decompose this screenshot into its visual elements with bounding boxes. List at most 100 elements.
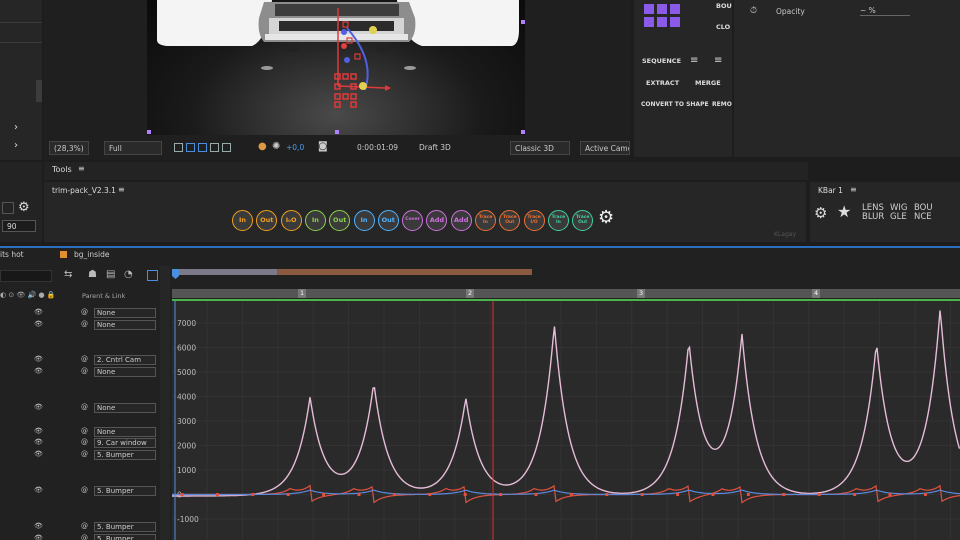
exposure-icon[interactable]: ✺ <box>272 141 280 152</box>
keyframe[interactable] <box>463 493 467 496</box>
keyframe[interactable] <box>746 493 750 496</box>
trim-add-button[interactable]: Add <box>426 210 448 231</box>
kbar-gear-icon[interactable]: ⚙ <box>814 204 827 222</box>
playhead-handle[interactable] <box>172 269 179 279</box>
keyframe[interactable] <box>676 493 680 496</box>
keyframe[interactable] <box>923 493 927 496</box>
keyframe[interactable] <box>180 493 184 496</box>
mask-icon[interactable] <box>198 143 207 152</box>
eye-icon[interactable]: 👁 <box>34 367 43 375</box>
keyframe[interactable] <box>888 493 892 496</box>
eye-icon[interactable]: 👁 <box>34 486 43 494</box>
comp-marker[interactable]: 3 <box>637 289 646 298</box>
eye-icon[interactable]: 👁 <box>34 320 43 328</box>
align-button[interactable] <box>657 17 667 27</box>
layer-row[interactable]: 👁 @5. Bumper <box>0 522 160 534</box>
scrollbar[interactable] <box>36 80 42 102</box>
tab-bg-inside[interactable]: bg_inside <box>74 250 109 259</box>
parent-dropdown[interactable]: None <box>94 427 156 437</box>
layer-row[interactable]: 👁 @5. Bumper <box>0 486 160 498</box>
comp-marker[interactable]: 1 <box>298 289 307 298</box>
chevron-right-icon[interactable]: › <box>14 122 18 133</box>
eye-icon[interactable]: 👁 <box>34 522 43 530</box>
trim-cover-button[interactable]: Cover <box>402 210 424 231</box>
camera-dropdown[interactable]: Active Came <box>580 141 630 155</box>
keyframe[interactable] <box>853 493 857 496</box>
settings-gear-icon[interactable]: ⚙ <box>598 207 614 228</box>
tab-its-hot[interactable]: its hot <box>0 250 24 259</box>
menu-icon[interactable]: ≡ <box>118 185 125 194</box>
trim-trace-out-button[interactable]: Trace Out <box>499 210 521 231</box>
frame-blend-icon[interactable]: ▤ <box>106 269 115 280</box>
wiggle-button[interactable]: WIG GLE <box>890 204 910 222</box>
eye-icon[interactable]: 👁 <box>34 534 43 540</box>
trim-trace-io-button[interactable]: Trace I/O <box>523 210 545 231</box>
trim-trace-in-button[interactable]: Trace In <box>475 210 496 231</box>
bounce-button[interactable]: BOU <box>716 2 732 10</box>
align-button[interactable] <box>644 17 654 27</box>
stairs-icon[interactable]: ≡ <box>714 55 722 66</box>
region-icon[interactable] <box>174 143 183 152</box>
grid-icon[interactable] <box>210 143 219 152</box>
comp-marker[interactable]: 2 <box>466 289 475 298</box>
pickwhip-icon[interactable]: @ <box>81 522 88 530</box>
parent-dropdown[interactable]: None <box>94 320 156 330</box>
renderer-dropdown[interactable]: Classic 3D <box>510 141 570 155</box>
trim-trace-out-2-button[interactable]: Trace Out <box>572 210 594 231</box>
pickwhip-icon[interactable]: @ <box>81 308 88 316</box>
stopwatch-icon[interactable]: ⏱ <box>750 6 757 16</box>
keyframe[interactable] <box>605 493 609 496</box>
eye-icon[interactable]: 👁 <box>34 450 43 458</box>
star-icon[interactable]: ★ <box>837 202 851 221</box>
comp-flow-icon[interactable]: ⇆ <box>64 269 72 280</box>
value-graph[interactable]: 70006000500040003000200010000-1000 <box>172 301 960 540</box>
layer-row[interactable]: 👁 @9. Car window <box>0 438 160 450</box>
convert-to-shape-button[interactable]: CONVERT TO SHAPE <box>641 101 709 108</box>
align-button[interactable] <box>670 4 680 14</box>
graph-editor[interactable]: 7000 6000 5000 4000 3000 2000 1000 0 -1000 <box>172 301 960 540</box>
keyframe[interactable] <box>569 493 573 496</box>
parent-dropdown[interactable]: 5. Bumper <box>94 450 156 460</box>
menu-icon[interactable]: ≡ <box>78 164 85 173</box>
dropdown-arrow[interactable] <box>2 202 14 214</box>
shy-icon[interactable]: ☗ <box>88 269 97 280</box>
stairs-icon[interactable]: ≡ <box>690 55 698 66</box>
clone-button[interactable]: CLO <box>716 23 730 31</box>
pickwhip-icon[interactable]: @ <box>81 367 88 375</box>
trim-out-3-button[interactable]: Out <box>377 210 399 231</box>
opacity-value[interactable]: ~ % <box>860 6 910 16</box>
monitor-icon[interactable] <box>222 143 231 152</box>
pickwhip-icon[interactable]: @ <box>81 438 88 446</box>
keyframe[interactable] <box>782 493 786 496</box>
trim-out-2-button[interactable]: Out <box>329 210 351 231</box>
layer-row[interactable]: 👁 @ None <box>0 320 160 332</box>
trim-trace-in-2-button[interactable]: Trace In <box>547 210 569 231</box>
viewer-canvas[interactable] <box>147 0 525 135</box>
value-field[interactable]: 90 <box>2 220 36 232</box>
trim-out-button[interactable]: Out <box>256 210 278 231</box>
trim-in-2-button[interactable]: In <box>304 210 326 231</box>
layer-row[interactable]: 👁 @5. Bumper <box>0 534 160 540</box>
eye-icon[interactable]: 👁 <box>34 403 43 411</box>
layer-row[interactable]: 👁 @2. Cntrl Cam <box>0 355 160 367</box>
resolution-dropdown[interactable]: Full <box>104 141 162 155</box>
keyframe[interactable] <box>215 493 219 496</box>
layer-scrollbar[interactable] <box>160 266 170 540</box>
keyframe[interactable] <box>534 493 538 496</box>
keyframe[interactable] <box>499 493 503 496</box>
layer-row[interactable]: 👁 @ None <box>0 367 160 379</box>
keyframe[interactable] <box>392 493 396 496</box>
parent-dropdown[interactable]: None <box>94 403 156 413</box>
exposure-value[interactable]: +0,0 <box>286 143 304 152</box>
pickwhip-icon[interactable]: @ <box>81 320 88 328</box>
trim-in-out-button[interactable]: I₀O <box>280 210 302 231</box>
camera-icon[interactable]: ◙ <box>318 141 328 152</box>
pickwhip-icon[interactable]: @ <box>81 450 88 458</box>
keyframe[interactable] <box>251 493 255 496</box>
timecode[interactable]: 0:00:01:09 <box>353 141 402 155</box>
lens-blur-button[interactable]: LENS BLUR <box>862 204 886 222</box>
align-button[interactable] <box>657 4 667 14</box>
draft-3d-toggle[interactable]: Draft 3D <box>419 143 451 152</box>
parent-dropdown[interactable]: 9. Car window <box>94 438 156 448</box>
work-area-start[interactable] <box>172 269 277 275</box>
